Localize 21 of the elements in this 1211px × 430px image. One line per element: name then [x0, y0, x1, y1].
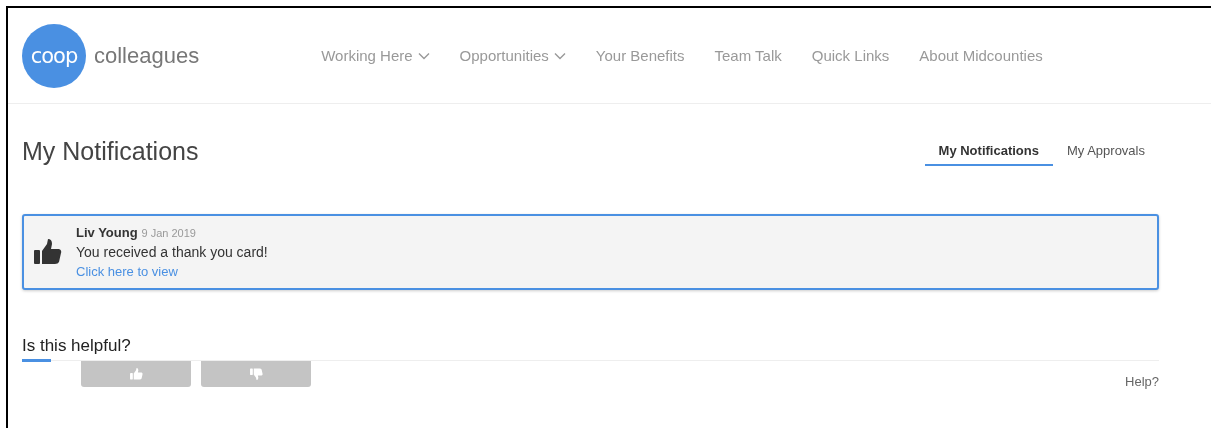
nav-link[interactable]: Quick Links — [811, 47, 890, 64]
nav-link[interactable]: About Midcounties — [919, 47, 1043, 64]
view-link[interactable]: Click here to view — [76, 264, 178, 279]
nav-link[interactable]: Team Talk — [714, 47, 782, 64]
logo-badge[interactable]: coop — [22, 23, 86, 88]
page-title: My Notifications — [22, 136, 199, 166]
brand-name: colleagues — [94, 42, 200, 69]
sender-name: Liv Young — [76, 225, 138, 240]
nav-link[interactable]: Working Here — [321, 47, 430, 64]
thumbs-up-icon — [34, 239, 62, 265]
thumbs-up-button[interactable] — [81, 361, 191, 387]
nav-link[interactable]: Opportunities — [459, 47, 566, 64]
tab[interactable]: My Approvals — [1052, 136, 1159, 166]
nav-link[interactable]: Your Benefits — [595, 47, 685, 64]
thumbs-down-icon — [249, 368, 263, 380]
tab[interactable]: My Notifications — [924, 136, 1053, 166]
thumbs-up-icon — [129, 368, 143, 380]
help-link[interactable]: Help? — [1125, 374, 1159, 389]
notification-message: You received a thank you card! — [76, 243, 268, 262]
notification-date: 9 Jan 2019 — [141, 227, 196, 239]
thumbs-down-button[interactable] — [201, 361, 311, 387]
